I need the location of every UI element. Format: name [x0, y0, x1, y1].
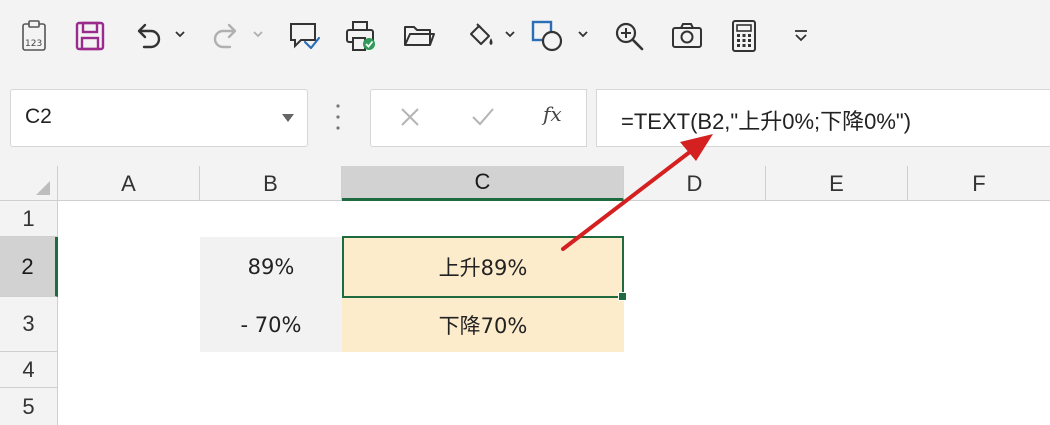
camera-icon[interactable]: [668, 14, 706, 58]
save-icon[interactable]: [72, 14, 108, 58]
cancel-icon[interactable]: [397, 104, 423, 130]
column-header-b[interactable]: B: [200, 166, 342, 201]
cell-b2[interactable]: 89%: [200, 237, 342, 297]
column-header-c[interactable]: C: [342, 166, 624, 201]
select-all-button[interactable]: [0, 166, 58, 201]
active-cell-border: [342, 236, 624, 298]
name-box-value: C2: [25, 105, 52, 128]
undo-dropdown-chevron-icon[interactable]: [174, 30, 186, 38]
row-header-3[interactable]: 3: [0, 297, 58, 352]
fill-color-dropdown-chevron-icon[interactable]: [504, 30, 516, 38]
fill-color-icon[interactable]: [462, 14, 498, 58]
formula-buttons: fx: [370, 89, 587, 147]
redo-dropdown-chevron-icon[interactable]: [252, 30, 264, 38]
calculator-icon[interactable]: [726, 14, 762, 58]
formula-input[interactable]: =TEXT(B2,"上升0%;下降0%"): [596, 89, 1050, 147]
fill-handle[interactable]: [618, 292, 627, 301]
comment-icon[interactable]: [285, 14, 323, 58]
enter-check-icon[interactable]: [469, 104, 497, 130]
resize-handle-icon[interactable]: [335, 102, 341, 132]
column-header-a[interactable]: A: [58, 166, 200, 201]
column-header-f[interactable]: F: [908, 166, 1050, 201]
row-header-2[interactable]: 2: [0, 237, 58, 297]
open-folder-icon[interactable]: [400, 14, 438, 58]
spreadsheet-window: 123 C2 fx =TEXT(B2,"上升0%;下降0%") A B C D …: [0, 0, 1050, 425]
formula-text: =TEXT(B2,"上升0%;下降0%"): [621, 109, 912, 134]
column-headers: A B C D E F: [0, 166, 1050, 201]
shapes-dropdown-chevron-icon[interactable]: [577, 30, 589, 38]
svg-text:123: 123: [25, 39, 42, 49]
insert-function-button[interactable]: fx: [543, 102, 562, 126]
undo-icon[interactable]: [130, 14, 166, 58]
name-box[interactable]: C2: [10, 89, 308, 147]
form-123-icon[interactable]: 123: [18, 14, 52, 58]
cell-b3[interactable]: - 70%: [200, 297, 342, 352]
column-header-d[interactable]: D: [624, 166, 766, 201]
row-header-4[interactable]: 4: [0, 352, 58, 388]
name-box-dropdown-icon[interactable]: [281, 113, 295, 123]
row-header-1[interactable]: 1: [0, 201, 58, 237]
shapes-icon[interactable]: [528, 14, 568, 58]
row-header-5[interactable]: 5: [0, 388, 58, 425]
formula-bar-area: C2 fx =TEXT(B2,"上升0%;下降0%"): [0, 70, 1050, 166]
redo-icon[interactable]: [208, 14, 244, 58]
column-header-e[interactable]: E: [766, 166, 908, 201]
quick-access-toolbar: 123: [0, 0, 1050, 70]
zoom-icon[interactable]: [610, 14, 648, 58]
select-all-triangle-icon: [36, 181, 50, 195]
customize-toolbar-icon[interactable]: [790, 14, 812, 58]
print-preview-icon[interactable]: [342, 14, 380, 58]
cell-c3[interactable]: 下降70%: [342, 297, 624, 352]
